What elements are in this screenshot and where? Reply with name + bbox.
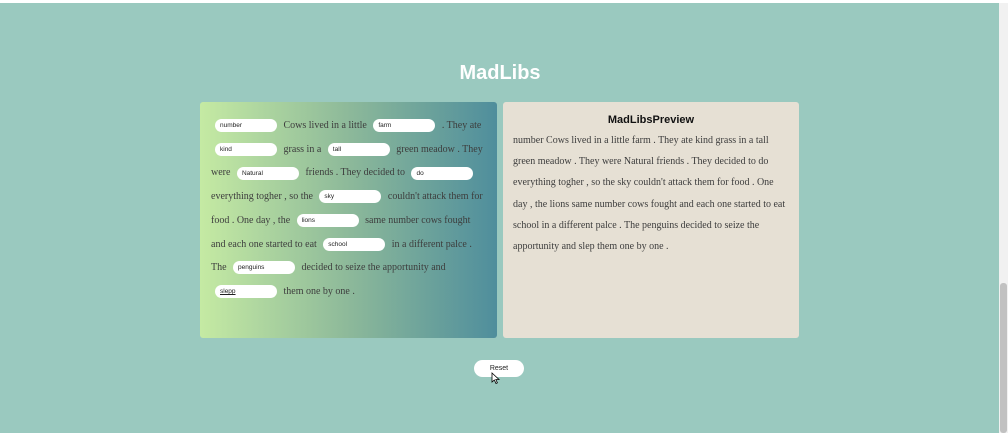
animal-input[interactable]: [296, 214, 359, 228]
place-input[interactable]: [323, 237, 386, 251]
preview-title: MadLibsPreview: [607, 114, 695, 126]
page-scrollbar[interactable]: [999, 3, 1008, 433]
scrollbar-thumb[interactable]: [1000, 283, 1007, 433]
verb-input[interactable]: [215, 285, 277, 299]
verb-input[interactable]: [411, 166, 474, 180]
adjective-input[interactable]: [215, 142, 277, 156]
preview-text: number Cows lived in a little farm . The…: [513, 135, 786, 253]
story-text: friends . They decided to: [305, 167, 405, 179]
number-input[interactable]: [215, 119, 277, 133]
story-text: decided to seize the apportunity and: [301, 262, 446, 274]
adjective-input[interactable]: [327, 142, 390, 156]
mouse-cursor-icon: [491, 372, 501, 384]
story-text: them one by one .: [283, 285, 355, 297]
noun-input[interactable]: [319, 190, 382, 204]
story-form: Cows lived in a little . They ate grass …: [200, 102, 497, 338]
animal-input[interactable]: [233, 261, 296, 275]
story-text: . They ate: [441, 120, 482, 131]
story-text: Cows lived in a little: [283, 120, 367, 131]
place-input[interactable]: [373, 119, 436, 133]
preview-panel: MadLibsPreview number Cows lived in a li…: [503, 102, 799, 338]
top-border: [0, 0, 1008, 3]
adjective-input[interactable]: [236, 166, 299, 180]
story-text: grass in a: [283, 143, 322, 155]
page-title: MadLibs: [459, 62, 541, 84]
story-text: everything togher , so the: [211, 191, 313, 203]
